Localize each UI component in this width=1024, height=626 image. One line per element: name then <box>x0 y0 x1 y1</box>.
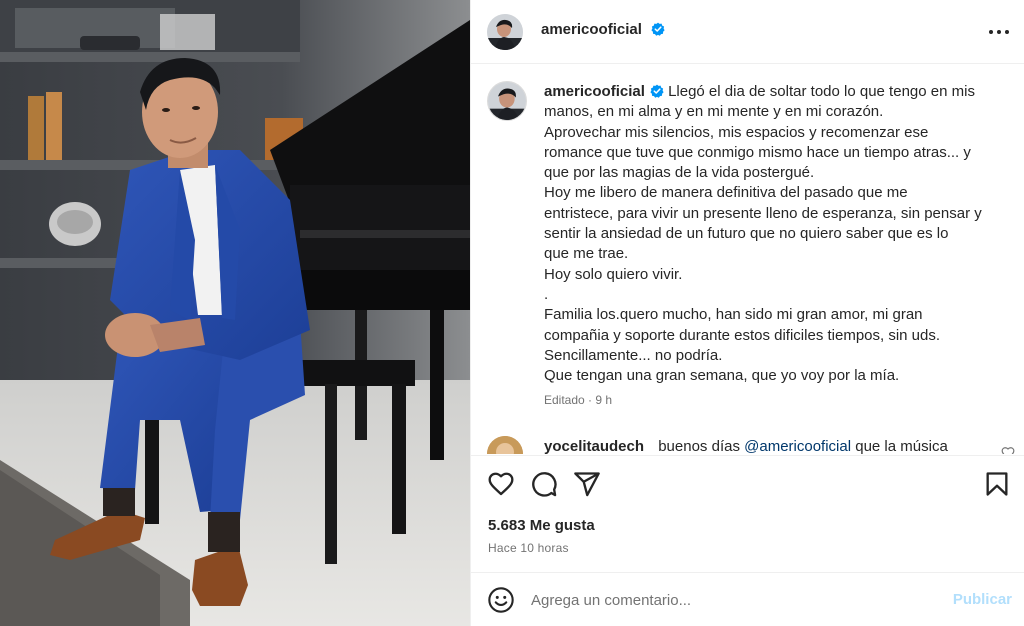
more-options-icon[interactable] <box>987 22 1011 42</box>
bookmark-icon <box>986 472 1008 496</box>
commenter-username[interactable]: yocelitaudech <box>544 438 644 454</box>
heart-icon <box>488 472 514 496</box>
caption-line: . <box>544 285 549 303</box>
comment-text: que la música <box>855 438 948 454</box>
comment: yocelitaudech buenos días @americooficia… <box>544 438 948 454</box>
caption-age[interactable]: 9 h <box>595 393 612 407</box>
publish-button[interactable]: Publicar <box>953 591 1012 608</box>
post-timestamp[interactable]: Hace 10 horas <box>488 541 569 555</box>
author-username[interactable]: americooficial <box>541 21 665 38</box>
caption-line: romance que tuve que conmigo mismo hace … <box>544 143 971 161</box>
like-button[interactable] <box>487 470 515 498</box>
author-avatar[interactable] <box>487 14 523 50</box>
emoji-icon[interactable] <box>487 586 515 614</box>
caption-line: Hoy me libero de manera definitiva del p… <box>544 184 908 202</box>
comment-text: buenos días <box>658 438 740 454</box>
comment-mention-link[interactable]: @americooficial <box>744 438 851 454</box>
caption-line: Hoy solo quiero vivir. <box>544 265 683 283</box>
comment-like-icon[interactable] <box>1001 446 1015 454</box>
share-icon <box>574 472 600 497</box>
edited-label: Editado <box>544 393 585 407</box>
commenter-avatar[interactable] <box>487 436 523 454</box>
comment-composer: Publicar <box>471 572 1024 626</box>
verified-badge-icon <box>651 22 665 36</box>
comment-icon <box>532 472 557 497</box>
likes-count[interactable]: 5.683 Me gusta <box>488 517 595 534</box>
caption-line: Aprovechar mis silencios, mis espacios y… <box>544 123 929 141</box>
comment-button[interactable] <box>530 470 558 498</box>
post-header: americooficial <box>471 0 1024 64</box>
post-image <box>0 0 470 626</box>
post-caption: americooficial Llegó el dia de soltar to… <box>544 82 999 386</box>
caption-line: que por las magias de la vida postergué. <box>544 164 815 182</box>
caption-line: entristece, para vivir un presente lleno… <box>544 204 982 222</box>
caption-meta: Editado · 9 h <box>544 393 612 407</box>
caption-line: americooficial Llegó el dia de soltar to… <box>544 82 999 102</box>
caption-line: manos, en mi alma y en mi mente y en mi … <box>544 103 884 121</box>
instagram-post-modal: americooficial americooficial Llegó el d… <box>0 0 1024 626</box>
caption-text: Llegó el dia de soltar todo lo que tengo… <box>668 83 975 100</box>
comment-input[interactable] <box>531 589 931 611</box>
comments-list[interactable]: americooficial Llegó el dia de soltar to… <box>471 65 1024 454</box>
caption-author-avatar[interactable] <box>487 81 527 121</box>
caption-username[interactable]: americooficial <box>544 83 645 100</box>
post-details-panel: americooficial americooficial Llegó el d… <box>470 0 1024 626</box>
post-actions <box>471 455 1024 517</box>
caption-line: compañia y soporte durante estos dificil… <box>544 326 941 344</box>
verified-badge-icon <box>650 84 664 98</box>
caption-line: que me trae. <box>544 245 629 263</box>
share-button[interactable] <box>573 470 601 498</box>
author-username-text[interactable]: americooficial <box>541 21 642 38</box>
meta-separator: · <box>588 393 593 407</box>
post-photo[interactable] <box>0 0 470 626</box>
save-button[interactable] <box>983 470 1011 498</box>
caption-line: Sencillamente... no podría. <box>544 346 723 364</box>
caption-line: Familia los.quero mucho, han sido mi gra… <box>544 306 923 324</box>
caption-line: Que tengan una gran semana, que yo voy p… <box>544 367 900 385</box>
caption-line: sentir la ansiedad de un futuro que no q… <box>544 225 949 243</box>
